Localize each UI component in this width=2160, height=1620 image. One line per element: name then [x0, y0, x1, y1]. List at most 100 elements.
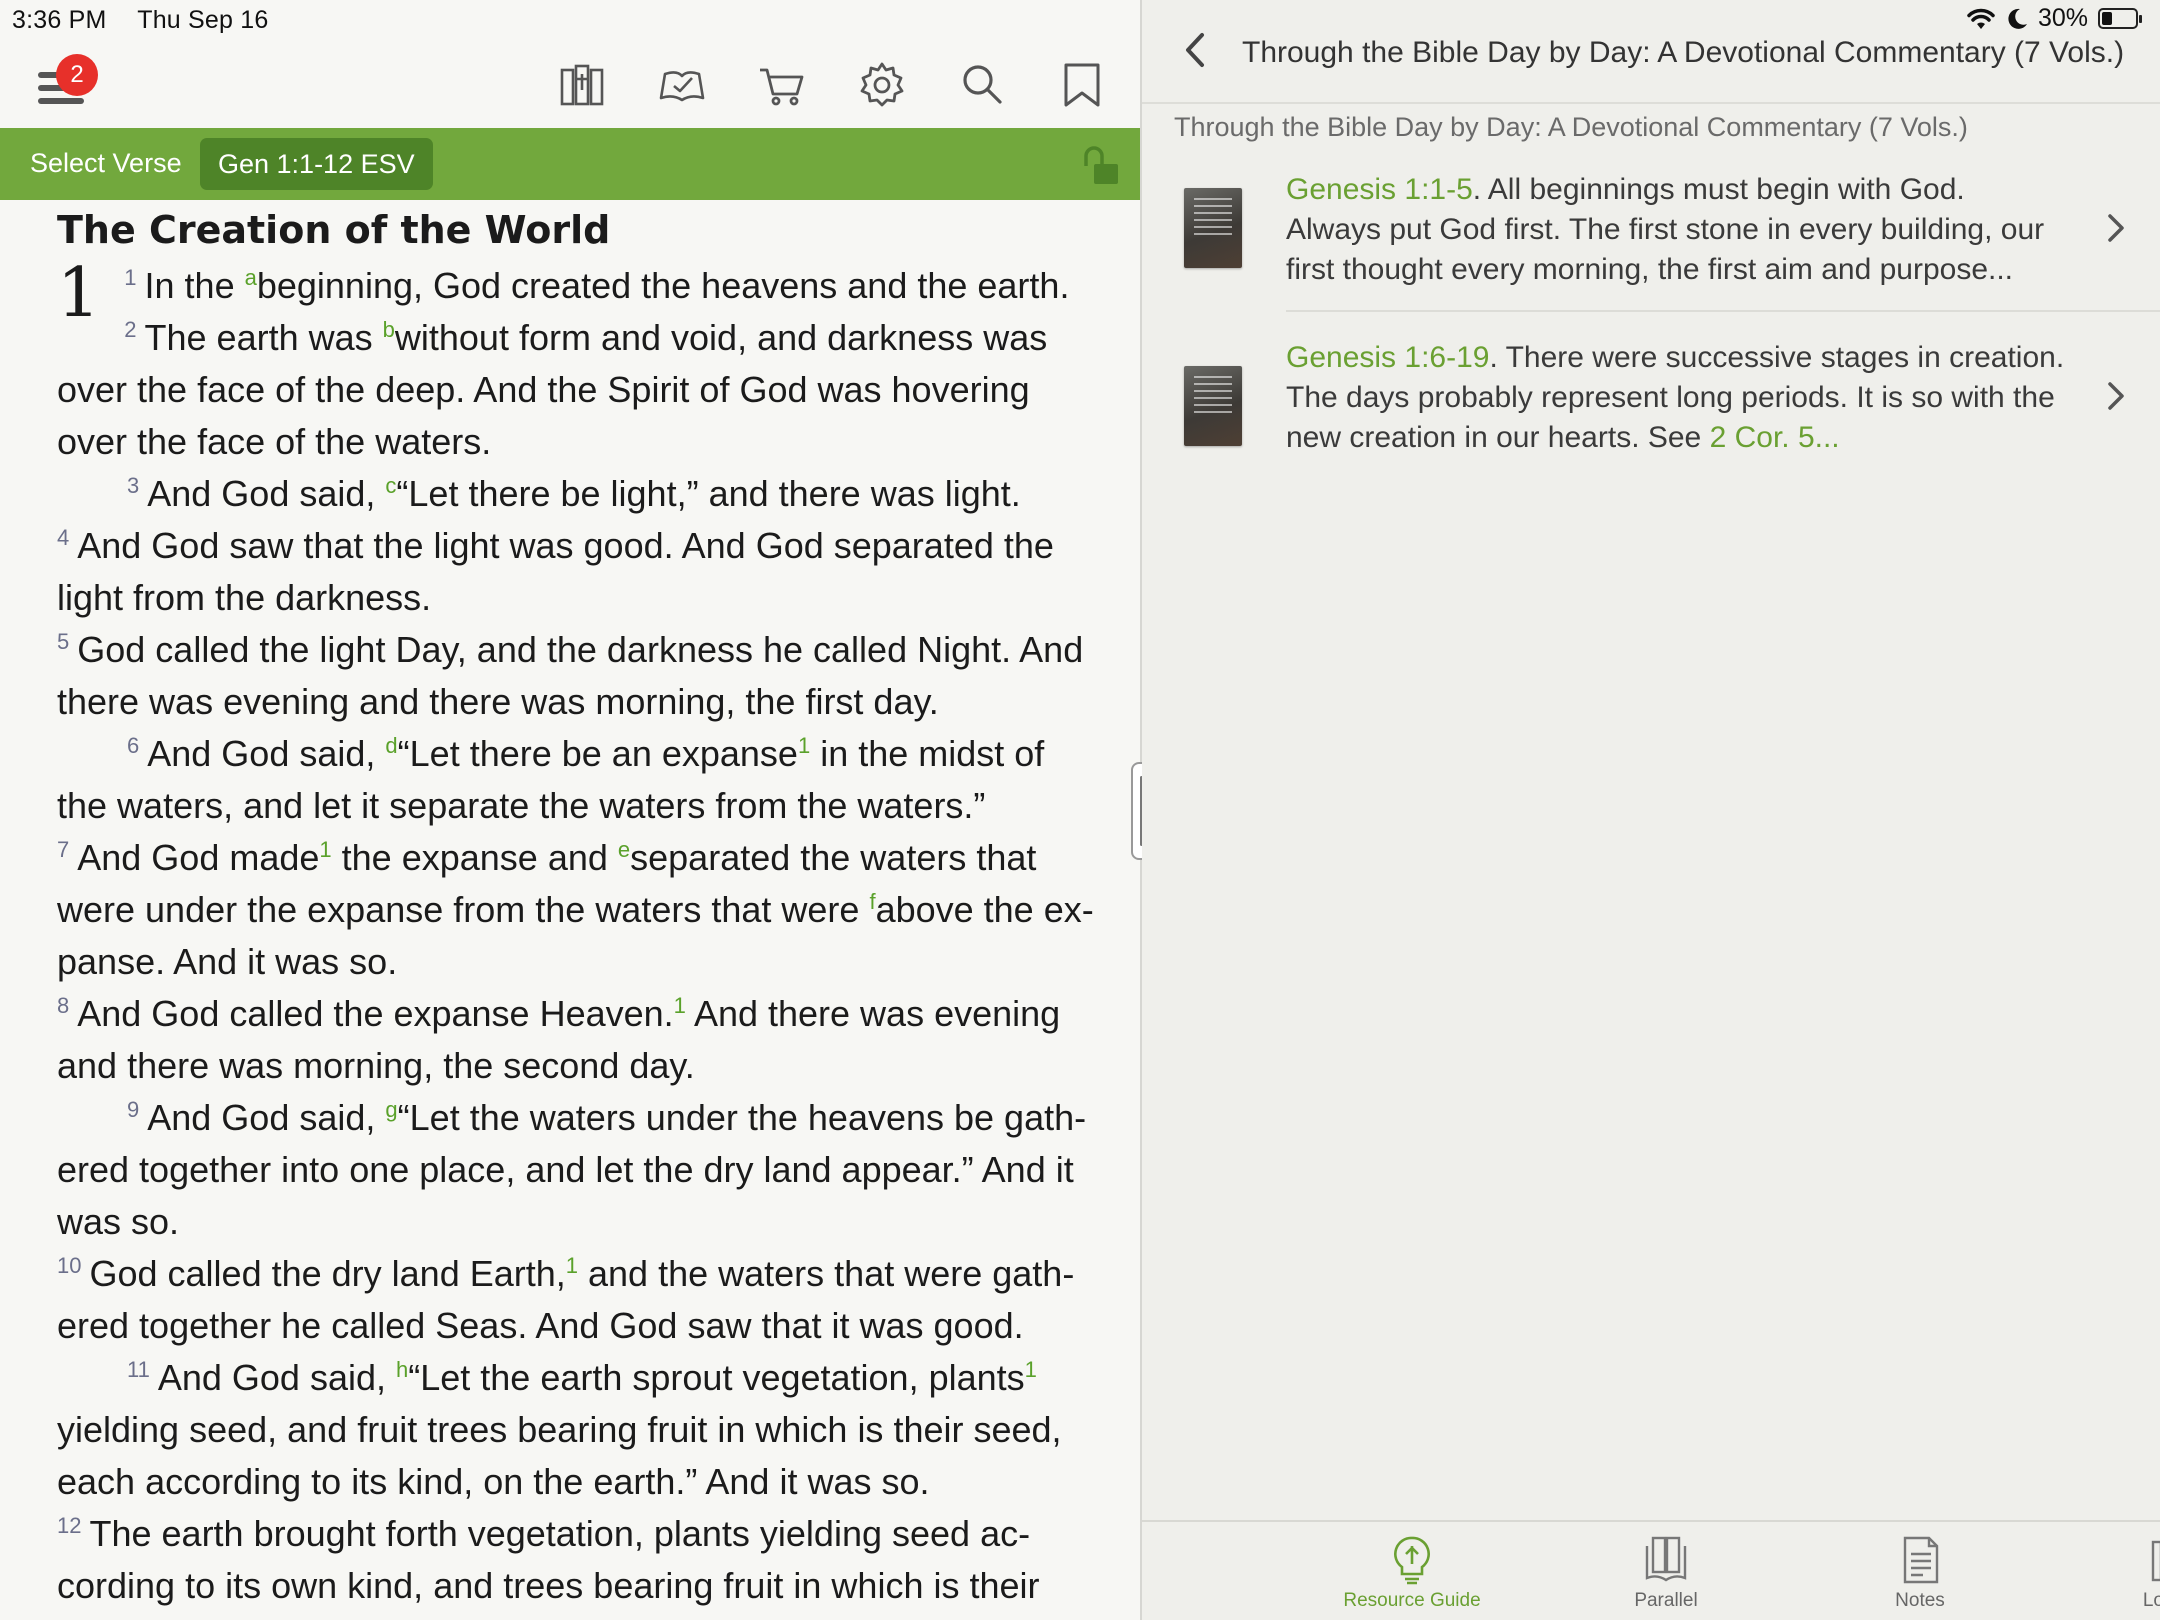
battery-percent: 30% — [2037, 4, 2088, 32]
footnote-marker[interactable]: e — [618, 837, 630, 862]
footnote-marker[interactable]: a — [245, 265, 257, 290]
book-cover-thumbnail — [1184, 366, 1242, 446]
verse-text: And God said, — [147, 473, 386, 514]
chevron-right-icon — [2104, 378, 2128, 414]
status-date: Thu Sep 16 — [137, 6, 269, 34]
resource-guide-pane: Through the Bible Day by Day: A Devotion… — [1142, 0, 2160, 1620]
verse-text: In the — [144, 265, 245, 306]
wifi-icon — [1967, 8, 1995, 29]
section-heading: The Creation of the World — [57, 208, 611, 252]
footnote-marker[interactable]: 1 — [566, 1253, 578, 1278]
verse-list: 1 1 In the abeginning, God created the hea… — [57, 260, 1097, 1620]
verse-1[interactable]: 1 1 In the abeginning, God created the hea… — [57, 260, 1097, 328]
lookup-icon — [2151, 1540, 2160, 1582]
footnote-marker[interactable]: b — [383, 317, 395, 342]
book-cover-thumbnail — [1184, 188, 1242, 268]
verse-number: 11 — [127, 1357, 150, 1382]
result-item[interactable]: Genesis 1:6-19. There were successive st… — [1142, 334, 2160, 494]
verse-text: yielding seed, and fruit trees bearing f… — [57, 1409, 1062, 1502]
parallel-books-icon — [1645, 1536, 1687, 1582]
settings-icon[interactable] — [857, 60, 907, 110]
verse-9[interactable]: 9 And God said, g“Let the waters under th… — [57, 1092, 1097, 1248]
tab-label: Resource Guide — [1343, 1590, 1481, 1611]
verse-10[interactable]: 10 God called the dry land Earth,1 and th… — [57, 1248, 1097, 1352]
footnote-marker[interactable]: 1 — [798, 733, 810, 758]
verse-text: God called the light Day, and the darkne… — [57, 629, 1084, 722]
verse-number: 2 — [124, 317, 137, 342]
verse-text: And God said, — [147, 733, 386, 774]
verse-text: God called the dry land Earth, — [89, 1253, 566, 1294]
notes-icon — [1903, 1536, 1939, 1584]
reading-plan-icon[interactable] — [657, 60, 707, 110]
verse-number: 10 — [57, 1253, 82, 1278]
result-divider — [1286, 310, 2160, 312]
reference-button[interactable]: Gen 1:1-12 ESV — [200, 138, 433, 190]
cross-reference-link[interactable]: 2 Cor. 5... — [1710, 421, 1840, 454]
verse-text: The earth brought forth vegetation, plan… — [57, 1513, 1068, 1620]
battery-level — [2102, 12, 2112, 25]
menu-badge: 2 — [56, 54, 98, 96]
tab-lookup[interactable]: Lookup — [2074, 1534, 2160, 1612]
verse-number: 6 — [127, 733, 140, 758]
unlock-icon[interactable] — [1074, 142, 1122, 190]
verse-11[interactable]: 11 And God said, h“Let the earth sprout v… — [57, 1352, 1097, 1508]
tab-resource-guide[interactable]: Resource Guide — [1312, 1534, 1512, 1612]
verse-text: And God said, — [147, 1097, 386, 1138]
verse-8[interactable]: 8 And God called the expanse Heaven.1 And… — [57, 988, 1097, 1092]
tab-parallel[interactable]: Parallel — [1566, 1534, 1766, 1612]
verse-number: 5 — [57, 629, 70, 654]
result-reference-link[interactable]: Genesis 1:6-19 — [1286, 341, 1489, 374]
verse-number: 8 — [57, 993, 70, 1018]
footnote-marker[interactable]: g — [385, 1097, 397, 1122]
resource-section-title: Through the Bible Day by Day: A Devotion… — [1174, 112, 1968, 142]
verse-text: And God saw that the light was good. And… — [57, 525, 1054, 618]
footnote-marker[interactable]: 1 — [674, 993, 686, 1018]
verse-4[interactable]: 4 And God saw that the light was good. An… — [57, 520, 1097, 624]
verse-number: 12 — [57, 1513, 82, 1538]
bookmark-icon[interactable] — [1057, 60, 1107, 110]
verse-text: The earth was — [144, 317, 383, 358]
reference-bar: Select Verse Gen 1:1-12 ESV — [0, 128, 1140, 200]
tab-label: Notes — [1895, 1590, 1945, 1611]
verse-text: beginning, God created the heavens and t… — [256, 265, 1070, 306]
verse-text: And God made — [77, 837, 320, 878]
footnote-marker[interactable]: 1 — [319, 837, 331, 862]
footnote-marker[interactable]: c — [385, 473, 396, 498]
verse-text: And God called the expanse Heaven. — [77, 993, 674, 1034]
result-reference-link[interactable]: Genesis 1:1-5 — [1286, 173, 1473, 206]
verse-text: “Let there be light,” and there was ligh… — [396, 473, 1021, 514]
tab-notes[interactable]: Notes — [1820, 1534, 2020, 1612]
verse-text: the expanse and — [331, 837, 618, 878]
verse-text: “Let the earth sprout vegetation, plants — [408, 1357, 1025, 1398]
top-toolbar: 2 — [0, 40, 1140, 128]
verse-number: 1 — [124, 265, 137, 290]
verse-2[interactable]: 2 The earth was bwithout form and void, a… — [57, 312, 1097, 468]
chevron-right-icon — [2104, 210, 2128, 246]
search-icon[interactable] — [957, 60, 1007, 110]
verse-12[interactable]: 12 The earth brought forth vegetation, pl… — [57, 1508, 1097, 1620]
result-item[interactable]: Genesis 1:1-5. All beginnings must begin… — [1142, 166, 2160, 326]
moon-icon — [2008, 8, 2027, 29]
verse-text: “Let there be an expanse — [397, 733, 798, 774]
bible-reader-pane: 2 Select Verse Gen 1:1-12 ESV The Creati… — [0, 0, 1140, 1620]
verse-number: 3 — [127, 473, 140, 498]
verse-3[interactable]: 3 And God said, c“Let there be light,” an… — [57, 468, 1097, 520]
battery-icon — [2098, 8, 2142, 29]
library-icon[interactable] — [557, 60, 607, 110]
verse-6[interactable]: 6 And God said, d“Let there be an expanse… — [57, 728, 1097, 832]
panel-title: Through the Bible Day by Day: A Devotion… — [1242, 36, 2125, 69]
status-time: 3:36 PM — [12, 6, 107, 34]
verse-7[interactable]: 7 And God made1 the expanse and eseparate… — [57, 832, 1097, 988]
verse-text: And God said, — [157, 1357, 396, 1398]
verse-number: 4 — [57, 525, 70, 550]
footnote-marker[interactable]: h — [396, 1357, 408, 1382]
cart-icon[interactable] — [757, 60, 807, 110]
select-verse-button[interactable]: Select Verse — [30, 148, 182, 179]
bottom-tab-bar: Resource Guide Parallel Notes Lookup — [1142, 1520, 2160, 1620]
footnote-marker[interactable]: d — [385, 733, 397, 758]
verse-5[interactable]: 5 God called the light Day, and the darkn… — [57, 624, 1097, 728]
lightbulb-icon — [1394, 1536, 1430, 1585]
footnote-marker[interactable]: 1 — [1025, 1357, 1037, 1382]
verse-number: 9 — [127, 1097, 140, 1122]
chapter-number: 1 — [57, 254, 101, 333]
